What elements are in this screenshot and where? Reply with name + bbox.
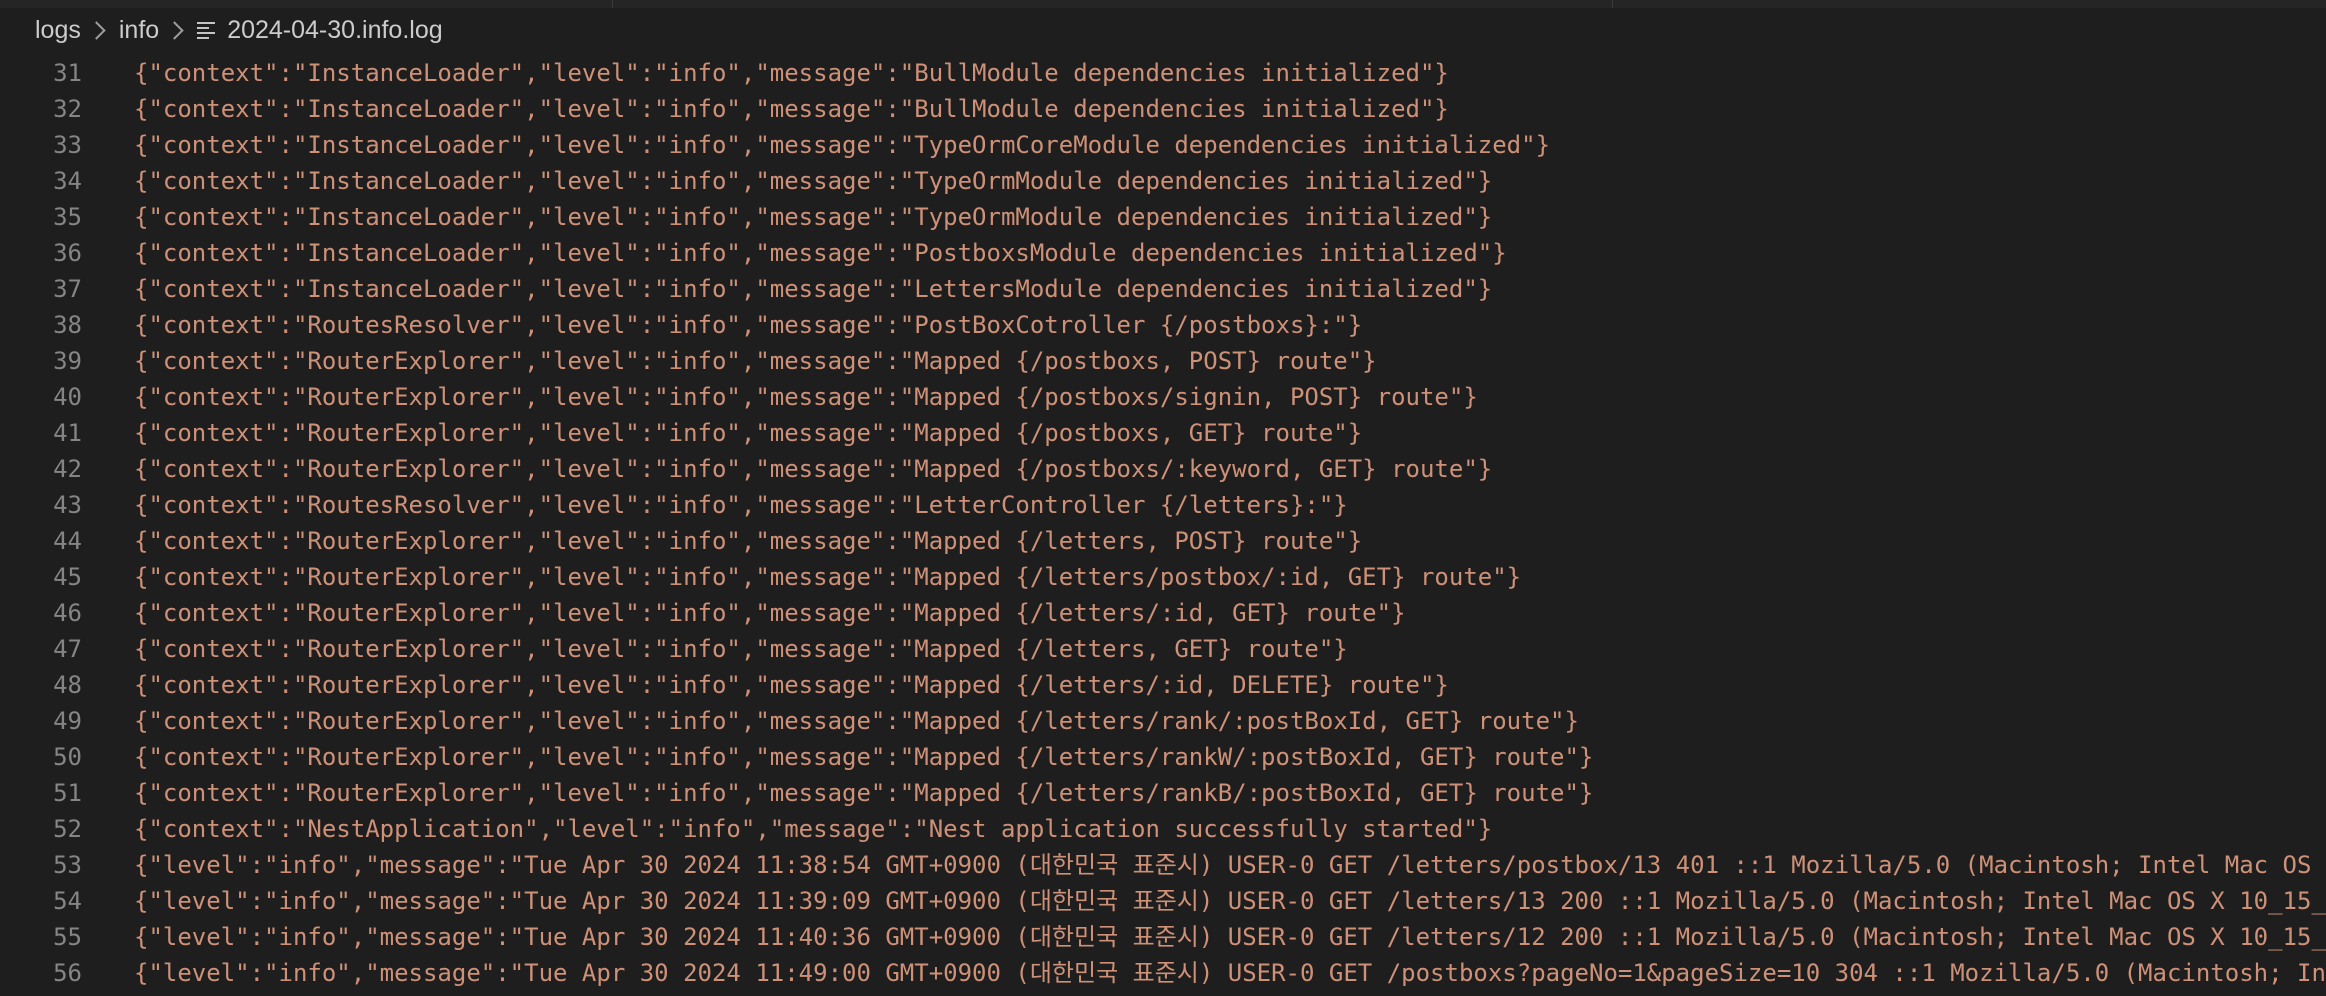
line-number: 45 [53, 563, 82, 591]
breadcrumb-item-logs[interactable]: logs [35, 16, 81, 45]
chevron-right-icon [87, 20, 106, 40]
line-text: {"context":"RouterExplorer","level":"inf… [134, 419, 1363, 447]
line-number: 48 [53, 671, 82, 699]
line-text: {"context":"RouterExplorer","level":"inf… [134, 707, 1579, 735]
code-line[interactable]: 44 {"context":"RouterExplorer","level":"i… [0, 523, 2326, 559]
line-number: 47 [53, 635, 82, 663]
line-number: 33 [53, 131, 82, 159]
line-text: {"context":"RouterExplorer","level":"inf… [134, 347, 1377, 375]
code-line[interactable]: 50 {"context":"RouterExplorer","level":"i… [0, 739, 2326, 775]
tab-divider [612, 0, 613, 8]
line-text: {"level":"info","message":"Tue Apr 30 20… [134, 959, 2326, 987]
line-text: {"context":"InstanceLoader","level":"inf… [134, 275, 1493, 303]
code-line[interactable]: 38 {"context":"RoutesResolver","level":"i… [0, 307, 2326, 343]
code-line[interactable]: 42 {"context":"RouterExplorer","level":"i… [0, 451, 2326, 487]
line-number: 34 [53, 167, 82, 195]
line-text: {"context":"InstanceLoader","level":"inf… [134, 203, 1493, 231]
code-line[interactable]: 37 {"context":"InstanceLoader","level":"i… [0, 271, 2326, 307]
editor-content[interactable]: 31 {"context":"InstanceLoader","level":"i… [0, 52, 2326, 996]
line-text: {"context":"RouterExplorer","level":"inf… [134, 743, 1594, 771]
line-text: {"context":"InstanceLoader","level":"inf… [134, 239, 1507, 267]
line-number: 51 [53, 779, 82, 807]
code-line[interactable]: 48 {"context":"RouterExplorer","level":"i… [0, 667, 2326, 703]
code-line[interactable]: 43 {"context":"RoutesResolver","level":"i… [0, 487, 2326, 523]
code-line[interactable]: 53 {"level":"info","message":"Tue Apr 30 … [0, 847, 2326, 883]
code-line[interactable]: 31 {"context":"InstanceLoader","level":"i… [0, 55, 2326, 91]
line-number: 42 [53, 455, 82, 483]
line-number: 38 [53, 311, 82, 339]
line-number: 31 [53, 59, 82, 87]
line-text: {"context":"RouterExplorer","level":"inf… [134, 671, 1449, 699]
code-line[interactable]: 33 {"context":"InstanceLoader","level":"i… [0, 127, 2326, 163]
tab-strip [0, 0, 2326, 8]
code-line[interactable]: 32 {"context":"InstanceLoader","level":"i… [0, 91, 2326, 127]
line-text: {"level":"info","message":"Tue Apr 30 20… [134, 923, 2326, 951]
code-line[interactable]: 54 {"level":"info","message":"Tue Apr 30 … [0, 883, 2326, 919]
line-text: {"context":"RoutesResolver","level":"inf… [134, 491, 1348, 519]
line-number: 56 [53, 959, 82, 987]
code-line[interactable]: 56 {"level":"info","message":"Tue Apr 30 … [0, 955, 2326, 991]
line-number: 46 [53, 599, 82, 627]
line-text: {"context":"RouterExplorer","level":"inf… [134, 635, 1348, 663]
line-text: {"context":"NestApplication","level":"in… [134, 815, 1493, 843]
line-text: {"context":"RouterExplorer","level":"inf… [134, 383, 1478, 411]
line-text: {"context":"RouterExplorer","level":"inf… [134, 779, 1594, 807]
breadcrumb: logs info 2024-04-30.info.log [0, 8, 2326, 52]
line-text: {"context":"RouterExplorer","level":"inf… [134, 527, 1363, 555]
line-number: 37 [53, 275, 82, 303]
breadcrumb-item-file[interactable]: 2024-04-30.info.log [227, 16, 442, 45]
line-number: 54 [53, 887, 82, 915]
line-number: 43 [53, 491, 82, 519]
tab-divider [1612, 0, 1613, 8]
code-line[interactable]: 55 {"level":"info","message":"Tue Apr 30 … [0, 919, 2326, 955]
code-line[interactable]: 46 {"context":"RouterExplorer","level":"i… [0, 595, 2326, 631]
code-line[interactable]: 35 {"context":"InstanceLoader","level":"i… [0, 199, 2326, 235]
line-number: 55 [53, 923, 82, 951]
line-number: 35 [53, 203, 82, 231]
line-number: 32 [53, 95, 82, 123]
line-text: {"context":"InstanceLoader","level":"inf… [134, 95, 1449, 123]
line-number: 40 [53, 383, 82, 411]
code-line[interactable]: 51 {"context":"RouterExplorer","level":"i… [0, 775, 2326, 811]
line-text: {"level":"info","message":"Tue Apr 30 20… [134, 887, 2326, 915]
code-line[interactable]: 39 {"context":"RouterExplorer","level":"i… [0, 343, 2326, 379]
line-text: {"context":"InstanceLoader","level":"inf… [134, 167, 1493, 195]
code-line[interactable]: 36 {"context":"InstanceLoader","level":"i… [0, 235, 2326, 271]
breadcrumb-item-info[interactable]: info [119, 16, 159, 45]
line-number: 49 [53, 707, 82, 735]
code-line[interactable]: 52 {"context":"NestApplication","level":"… [0, 811, 2326, 847]
code-line[interactable]: 40 {"context":"RouterExplorer","level":"i… [0, 379, 2326, 415]
line-text: {"context":"RouterExplorer","level":"inf… [134, 563, 1522, 591]
code-line[interactable]: 41 {"context":"RouterExplorer","level":"i… [0, 415, 2326, 451]
line-text: {"context":"RouterExplorer","level":"inf… [134, 599, 1406, 627]
file-text-icon [197, 21, 216, 39]
line-number: 53 [53, 851, 82, 879]
line-text: {"level":"info","message":"Tue Apr 30 20… [134, 851, 2326, 879]
line-number: 41 [53, 419, 82, 447]
line-number: 36 [53, 239, 82, 267]
line-text: {"context":"InstanceLoader","level":"inf… [134, 59, 1449, 87]
line-text: {"context":"InstanceLoader","level":"inf… [134, 131, 1551, 159]
line-text: {"context":"RoutesResolver","level":"inf… [134, 311, 1363, 339]
code-line[interactable]: 45 {"context":"RouterExplorer","level":"i… [0, 559, 2326, 595]
code-line[interactable]: 34 {"context":"InstanceLoader","level":"i… [0, 163, 2326, 199]
line-number: 39 [53, 347, 82, 375]
line-number: 52 [53, 815, 82, 843]
line-number: 44 [53, 527, 82, 555]
line-text: {"context":"RouterExplorer","level":"inf… [134, 455, 1493, 483]
code-line[interactable]: 47 {"context":"RouterExplorer","level":"i… [0, 631, 2326, 667]
chevron-right-icon [165, 20, 184, 40]
code-line[interactable]: 49 {"context":"RouterExplorer","level":"i… [0, 703, 2326, 739]
line-number: 50 [53, 743, 82, 771]
